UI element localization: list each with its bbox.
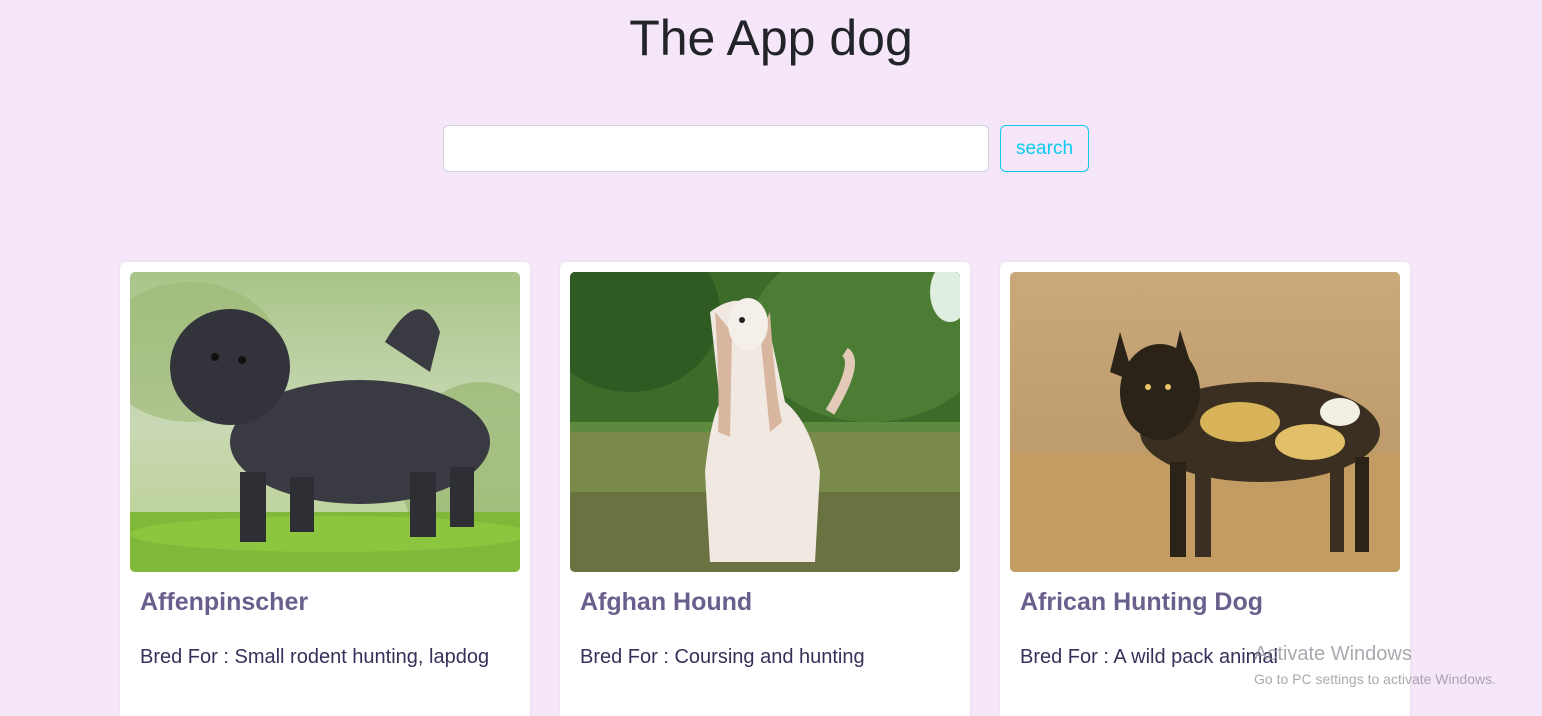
breed-name: Affenpinscher [140, 588, 309, 616]
breed-bred-for: Bred For : A wild pack animal [1020, 646, 1278, 668]
dog-photo-afghan-hound [570, 272, 960, 572]
search-button[interactable]: search [1000, 125, 1089, 172]
page: The App dog search Affenpinscher Bred Fo… [0, 0, 1542, 716]
breed-name: Afghan Hound [580, 588, 753, 616]
breed-card[interactable]: Affenpinscher Bred For : Small rodent hu… [120, 262, 530, 716]
dog-photo-african-hunting-dog [1010, 272, 1400, 572]
breed-card[interactable]: African Hunting Dog Bred For : A wild pa… [1000, 262, 1410, 716]
breed-card[interactable]: Afghan Hound Bred For : Coursing and hun… [560, 262, 970, 716]
search-input[interactable] [443, 125, 989, 172]
breed-bred-for: Bred For : Coursing and hunting [580, 646, 865, 668]
breed-bred-for: Bred For : Small rodent hunting, lapdog [140, 646, 490, 668]
breed-name: African Hunting Dog [1020, 588, 1264, 616]
breed-image [570, 272, 960, 572]
dog-photo-affenpinscher [130, 272, 520, 572]
search-bar: search [443, 125, 1089, 172]
breed-image [1010, 272, 1400, 572]
breed-image [130, 272, 520, 572]
page-title: The App dog [629, 10, 913, 66]
